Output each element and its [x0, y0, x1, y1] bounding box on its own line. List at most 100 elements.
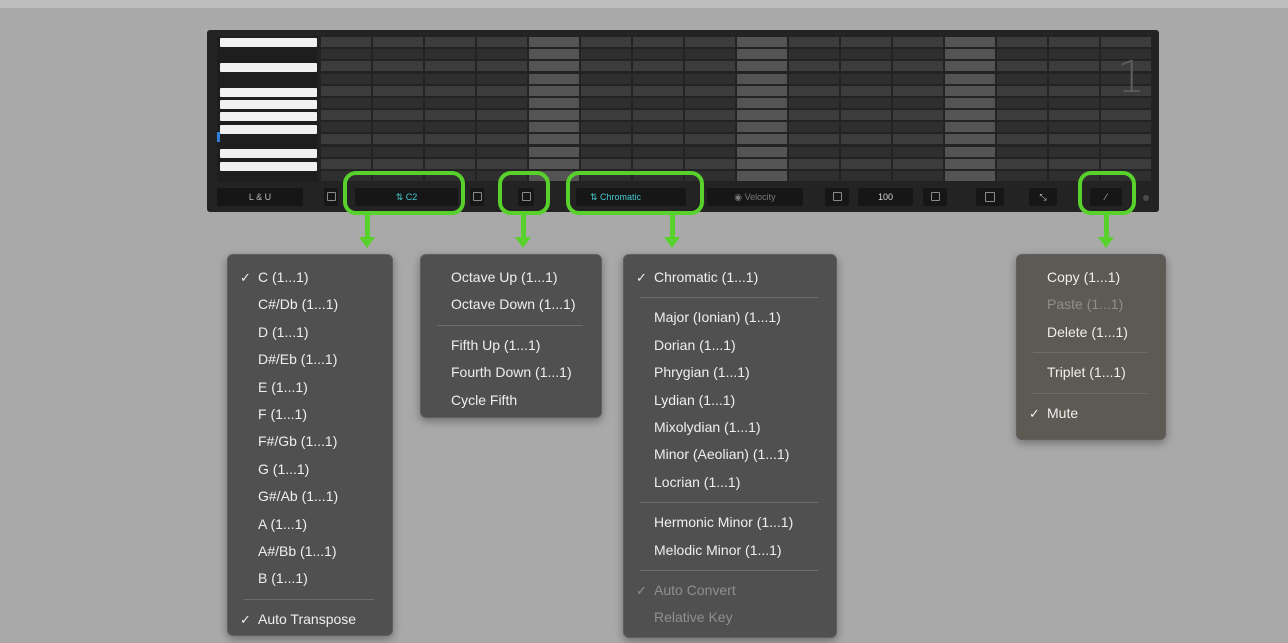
step-cell[interactable] — [477, 61, 527, 72]
velocity-mode-field[interactable]: ◉ Velocity — [707, 188, 803, 206]
step-cell[interactable] — [633, 37, 683, 48]
step-cell[interactable] — [893, 146, 943, 157]
step-cell[interactable] — [997, 97, 1047, 108]
step-cell[interactable] — [1049, 85, 1099, 96]
step-cell[interactable] — [581, 122, 631, 133]
step-cell[interactable] — [841, 134, 891, 145]
step-cell[interactable] — [321, 49, 371, 60]
step-cell[interactable] — [945, 146, 995, 157]
menu-item-e[interactable]: E (1...1) — [228, 374, 392, 401]
step-cell[interactable] — [633, 110, 683, 121]
menu-item-c[interactable]: ✓ C (1...1) — [228, 264, 392, 291]
step-cell[interactable] — [737, 97, 787, 108]
step-cell[interactable] — [737, 85, 787, 96]
step-cell[interactable] — [581, 73, 631, 84]
step-cell[interactable] — [945, 134, 995, 145]
step-cell[interactable] — [321, 146, 371, 157]
menu-item-phrygian[interactable]: Phrygian (1...1) — [624, 359, 836, 386]
step-cell[interactable] — [737, 158, 787, 169]
piano-white-key[interactable] — [220, 149, 317, 158]
step-cell[interactable] — [945, 110, 995, 121]
step-cell[interactable] — [841, 97, 891, 108]
step-cell[interactable] — [373, 158, 423, 169]
step-cell[interactable] — [893, 158, 943, 169]
step-cell[interactable] — [1049, 158, 1099, 169]
menu-item-a[interactable]: A (1...1) — [228, 511, 392, 538]
step-cell[interactable] — [633, 49, 683, 60]
step-cell[interactable] — [893, 97, 943, 108]
step-cell[interactable] — [529, 97, 579, 108]
step-cell[interactable] — [685, 85, 735, 96]
step-cell[interactable] — [425, 49, 475, 60]
step-cell[interactable] — [945, 61, 995, 72]
step-cell[interactable] — [841, 85, 891, 96]
menu-item-f[interactable]: F (1...1) — [228, 401, 392, 428]
menu-item-auto-transpose[interactable]: ✓ Auto Transpose — [228, 606, 392, 633]
step-cell[interactable] — [1101, 110, 1151, 121]
menu-item-g-ab[interactable]: G#/Ab (1...1) — [228, 483, 392, 510]
select-mode-button[interactable] — [976, 188, 1004, 206]
step-cell[interactable] — [841, 49, 891, 60]
step-cell[interactable] — [1049, 122, 1099, 133]
step-cell[interactable] — [737, 73, 787, 84]
step-cell[interactable] — [529, 85, 579, 96]
step-cell[interactable] — [841, 110, 891, 121]
step-cell[interactable] — [789, 146, 839, 157]
step-cell[interactable] — [477, 37, 527, 48]
step-cell[interactable] — [997, 61, 1047, 72]
step-cell[interactable] — [425, 158, 475, 169]
piano-white-key[interactable] — [220, 112, 317, 121]
step-cell[interactable] — [841, 158, 891, 169]
step-cell[interactable] — [737, 134, 787, 145]
step-cell[interactable] — [581, 37, 631, 48]
step-cell[interactable] — [633, 61, 683, 72]
menu-item-fifth-up[interactable]: Fifth Up (1...1) — [421, 332, 601, 359]
step-cell[interactable] — [477, 146, 527, 157]
menu-item-triplet[interactable]: Triplet (1...1) — [1017, 359, 1165, 386]
step-cell[interactable] — [1049, 37, 1099, 48]
menu-item-fourth-down[interactable]: Fourth Down (1...1) — [421, 359, 601, 386]
menu-item-b[interactable]: B (1...1) — [228, 565, 392, 592]
step-cell[interactable] — [633, 122, 683, 133]
step-cell[interactable] — [945, 170, 995, 181]
step-cell[interactable] — [373, 97, 423, 108]
piano-white-key[interactable] — [220, 38, 317, 47]
step-cell[interactable] — [1101, 146, 1151, 157]
step-cell[interactable] — [893, 170, 943, 181]
step-cell[interactable] — [1049, 146, 1099, 157]
menu-item-chromatic[interactable]: ✓ Chromatic (1...1) — [624, 264, 836, 291]
step-cell[interactable] — [581, 110, 631, 121]
menu-item-d-eb[interactable]: D#/Eb (1...1) — [228, 346, 392, 373]
step-cell[interactable] — [425, 37, 475, 48]
step-cell[interactable] — [1049, 61, 1099, 72]
step-grid[interactable] — [320, 36, 1152, 182]
step-cell[interactable] — [789, 110, 839, 121]
step-cell[interactable] — [633, 97, 683, 108]
step-cell[interactable] — [633, 85, 683, 96]
step-cell[interactable] — [997, 49, 1047, 60]
step-cell[interactable] — [737, 122, 787, 133]
step-cell[interactable] — [321, 158, 371, 169]
step-cell[interactable] — [685, 134, 735, 145]
step-cell[interactable] — [1101, 37, 1151, 48]
step-cell[interactable] — [477, 49, 527, 60]
step-cell[interactable] — [373, 37, 423, 48]
step-cell[interactable] — [529, 158, 579, 169]
menu-item-lydian[interactable]: Lydian (1...1) — [624, 387, 836, 414]
step-cell[interactable] — [997, 122, 1047, 133]
step-cell[interactable] — [893, 134, 943, 145]
step-cell[interactable] — [529, 146, 579, 157]
step-cell[interactable] — [685, 97, 735, 108]
menu-item-major[interactable]: Major (Ionian) (1...1) — [624, 304, 836, 331]
step-cell[interactable] — [997, 134, 1047, 145]
step-cell[interactable] — [945, 73, 995, 84]
step-cell[interactable] — [737, 110, 787, 121]
step-cell[interactable] — [373, 122, 423, 133]
step-cell[interactable] — [945, 37, 995, 48]
step-cell[interactable] — [373, 146, 423, 157]
step-cell[interactable] — [373, 49, 423, 60]
step-cell[interactable] — [997, 158, 1047, 169]
step-cell[interactable] — [321, 61, 371, 72]
step-cell[interactable] — [373, 73, 423, 84]
menu-item-d[interactable]: D (1...1) — [228, 319, 392, 346]
